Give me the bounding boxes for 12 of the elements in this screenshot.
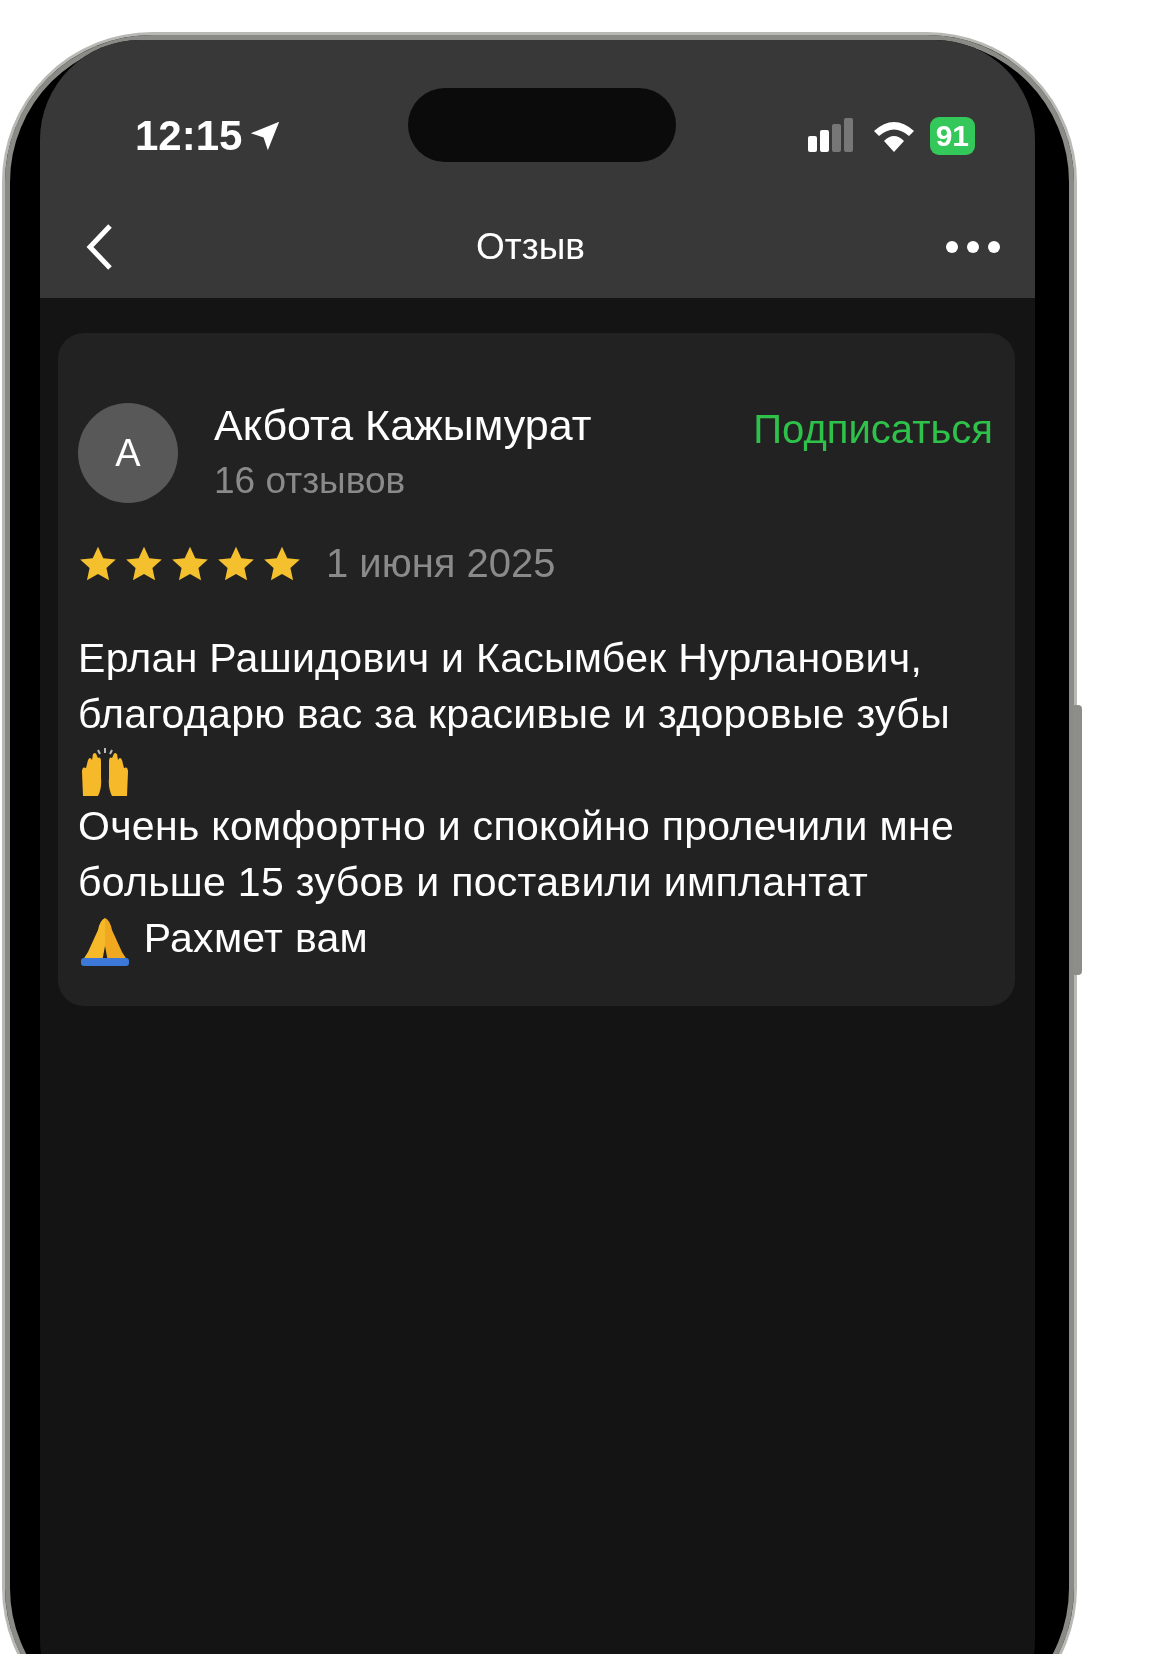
- status-time: 12:15: [135, 112, 243, 160]
- review-date: 1 июня 2025: [326, 541, 556, 586]
- battery-indicator: 91: [929, 117, 975, 155]
- subscribe-button[interactable]: Подписаться: [753, 407, 993, 452]
- review-text: Очень комфортно и спокойно пролечили мне больше 15 зубов и поставили имплантат: [78, 803, 954, 906]
- review-text: Рахмет вам: [142, 915, 369, 962]
- avatar: А: [78, 403, 178, 503]
- reviews-count: 16 отзывов: [214, 460, 407, 502]
- author-name: Акбота Кажымурат: [214, 401, 593, 450]
- folded-hands-icon: [78, 916, 132, 967]
- screen-title: Отзыв: [476, 226, 585, 268]
- review-text: Ерлан Рашидович и Касымбек Нурланович, благодарю вас за красивые и здоровые зубы: [78, 635, 950, 737]
